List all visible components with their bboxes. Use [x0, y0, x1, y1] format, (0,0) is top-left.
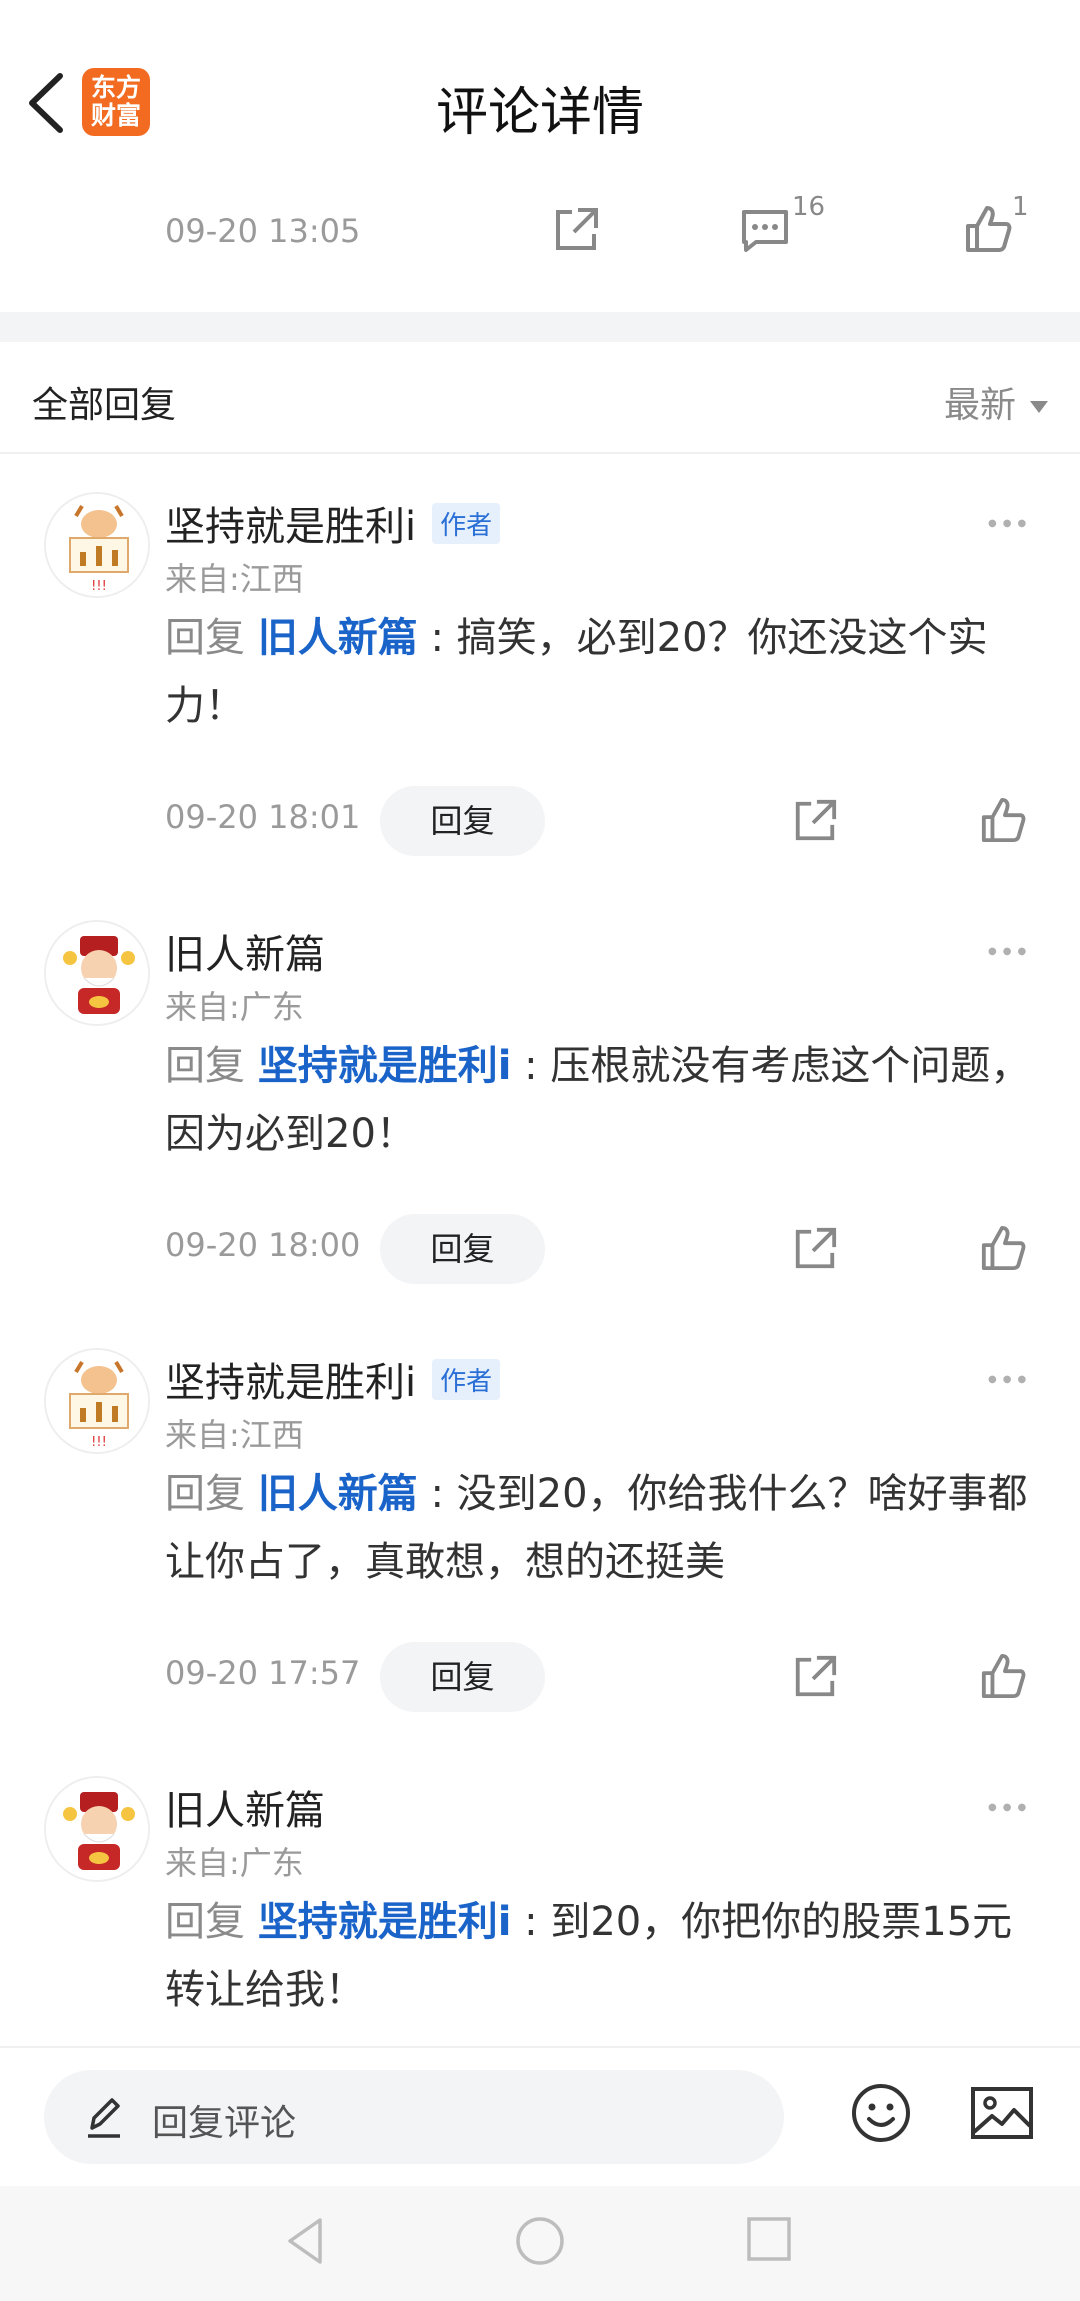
reply-content[interactable]: 回复 坚持就是胜利i : 压根就没有考虑这个问题，因为必到20！ — [165, 1032, 1045, 1168]
mention-link[interactable]: 旧人新篇 — [258, 1471, 418, 1517]
user-location: 来自:江西 — [165, 1416, 304, 1454]
username[interactable]: 坚持就是胜利i 作者 — [165, 1350, 501, 1408]
reply-prefix: 回复 — [165, 615, 245, 661]
avatar-image — [46, 922, 148, 1024]
replies-header: 全部回复 最新 — [0, 342, 1080, 454]
like-icon[interactable] — [980, 1652, 1026, 1700]
page-title: 评论详情 — [435, 83, 644, 143]
top-bar: 东方 财富 评论详情 — [0, 0, 1080, 170]
share-icon[interactable] — [792, 1226, 838, 1272]
username[interactable]: 旧人新篇 — [165, 1778, 325, 1836]
avatar-image — [46, 1778, 148, 1880]
mention-link[interactable]: 坚持就是胜利i — [258, 1043, 512, 1089]
section-divider — [0, 312, 1080, 342]
user-location: 来自:江西 — [165, 560, 304, 598]
pen-icon — [88, 2098, 120, 2138]
svg-text:!!!: !!! — [91, 1435, 107, 1450]
svg-text:!!!: !!! — [91, 579, 107, 594]
comment-icon[interactable] — [740, 208, 790, 254]
post-date: 09-20 13:05 — [165, 212, 361, 250]
username[interactable]: 旧人新篇 — [165, 922, 325, 980]
dropdown-triangle-icon — [1030, 401, 1048, 413]
avatar-image: !!! — [46, 494, 148, 596]
more-icon[interactable]: ●●● — [988, 518, 1032, 529]
reply-meta-row: 09-20 17:57 回复 — [165, 1642, 1045, 1712]
username-text: 旧人新篇 — [165, 932, 325, 978]
nav-back-icon[interactable] — [286, 2216, 326, 2266]
username[interactable]: 坚持就是胜利i 作者 — [165, 494, 501, 552]
share-icon[interactable] — [552, 206, 600, 254]
user-location: 来自:广东 — [165, 1844, 304, 1882]
user-location: 来自:广东 — [165, 988, 304, 1026]
like-icon[interactable] — [980, 796, 1026, 844]
comment-count: 16 — [792, 192, 826, 222]
share-icon[interactable] — [792, 798, 838, 844]
reply-content[interactable]: 回复 坚持就是胜利i : 到20，你把你的股票15元转让给我！ — [165, 1888, 1045, 2024]
nav-recent-icon[interactable] — [746, 2216, 792, 2262]
reply-button[interactable]: 回复 — [380, 1214, 545, 1284]
reply-item: !!! 坚持就是胜利i 作者 来自:江西 ●●● 回复 旧人新篇 : 搞笑，必到2… — [0, 454, 1080, 882]
more-icon[interactable]: ●●● — [988, 1802, 1032, 1813]
more-icon[interactable]: ●●● — [988, 946, 1032, 957]
sort-dropdown[interactable]: 最新 — [944, 376, 1048, 428]
username-text: 坚持就是胜利i — [165, 504, 417, 550]
username-text: 坚持就是胜利i — [165, 1360, 417, 1406]
reply-input-placeholder: 回复评论 — [152, 2103, 297, 2144]
reply-content[interactable]: 回复 旧人新篇 : 搞笑，必到20？你还没这个实力！ — [165, 604, 1045, 740]
nav-home-icon[interactable] — [515, 2216, 565, 2266]
avatar[interactable] — [44, 920, 150, 1026]
emoji-icon[interactable] — [850, 2082, 912, 2144]
reply-time: 09-20 18:01 — [165, 798, 361, 836]
author-badge: 作者 — [432, 1359, 501, 1400]
reply-time: 09-20 17:57 — [165, 1654, 361, 1692]
more-icon[interactable]: ●●● — [988, 1374, 1032, 1385]
system-nav-bar — [0, 2186, 1080, 2301]
all-replies-label: 全部回复 — [32, 385, 177, 426]
mention-link[interactable]: 坚持就是胜利i — [258, 1899, 512, 1945]
avatar[interactable]: !!! — [44, 492, 150, 598]
like-count: 1 — [1012, 192, 1029, 222]
reply-button[interactable]: 回复 — [380, 1642, 545, 1712]
author-badge: 作者 — [432, 503, 501, 544]
like-icon[interactable] — [980, 1224, 1026, 1272]
avatar[interactable]: !!! — [44, 1348, 150, 1454]
reply-input[interactable]: 回复评论 — [44, 2070, 784, 2164]
reply-prefix: 回复 — [165, 1899, 245, 1945]
reply-bar: 回复评论 — [0, 2046, 1080, 2186]
like-icon[interactable] — [964, 204, 1012, 254]
avatar-image: !!! — [46, 1350, 148, 1452]
reply-prefix: 回复 — [165, 1471, 245, 1517]
reply-item: !!! 坚持就是胜利i 作者 来自:江西 ●●● 回复 旧人新篇 : 没到20，你… — [0, 1310, 1080, 1738]
reply-prefix: 回复 — [165, 1043, 245, 1089]
reply-meta-row: 09-20 18:00 回复 — [165, 1214, 1045, 1284]
share-icon[interactable] — [792, 1654, 838, 1700]
sort-label: 最新 — [943, 385, 1016, 426]
reply-item: 旧人新篇 来自:广东 ●●● 回复 坚持就是胜利i : 压根就没有考虑这个问题，… — [0, 882, 1080, 1310]
image-icon[interactable] — [970, 2086, 1034, 2140]
reply-content[interactable]: 回复 旧人新篇 : 没到20，你给我什么？啥好事都让你占了，真敢想，想的还挺美 — [165, 1460, 1045, 1596]
post-stats-row: 09-20 13:05 16 1 — [0, 170, 1080, 310]
reply-time: 09-20 18:00 — [165, 1226, 361, 1264]
avatar[interactable] — [44, 1776, 150, 1882]
mention-link[interactable]: 旧人新篇 — [258, 615, 418, 661]
reply-button[interactable]: 回复 — [380, 786, 545, 856]
reply-meta-row: 09-20 18:01 回复 — [165, 786, 1045, 856]
username-text: 旧人新篇 — [165, 1788, 325, 1834]
